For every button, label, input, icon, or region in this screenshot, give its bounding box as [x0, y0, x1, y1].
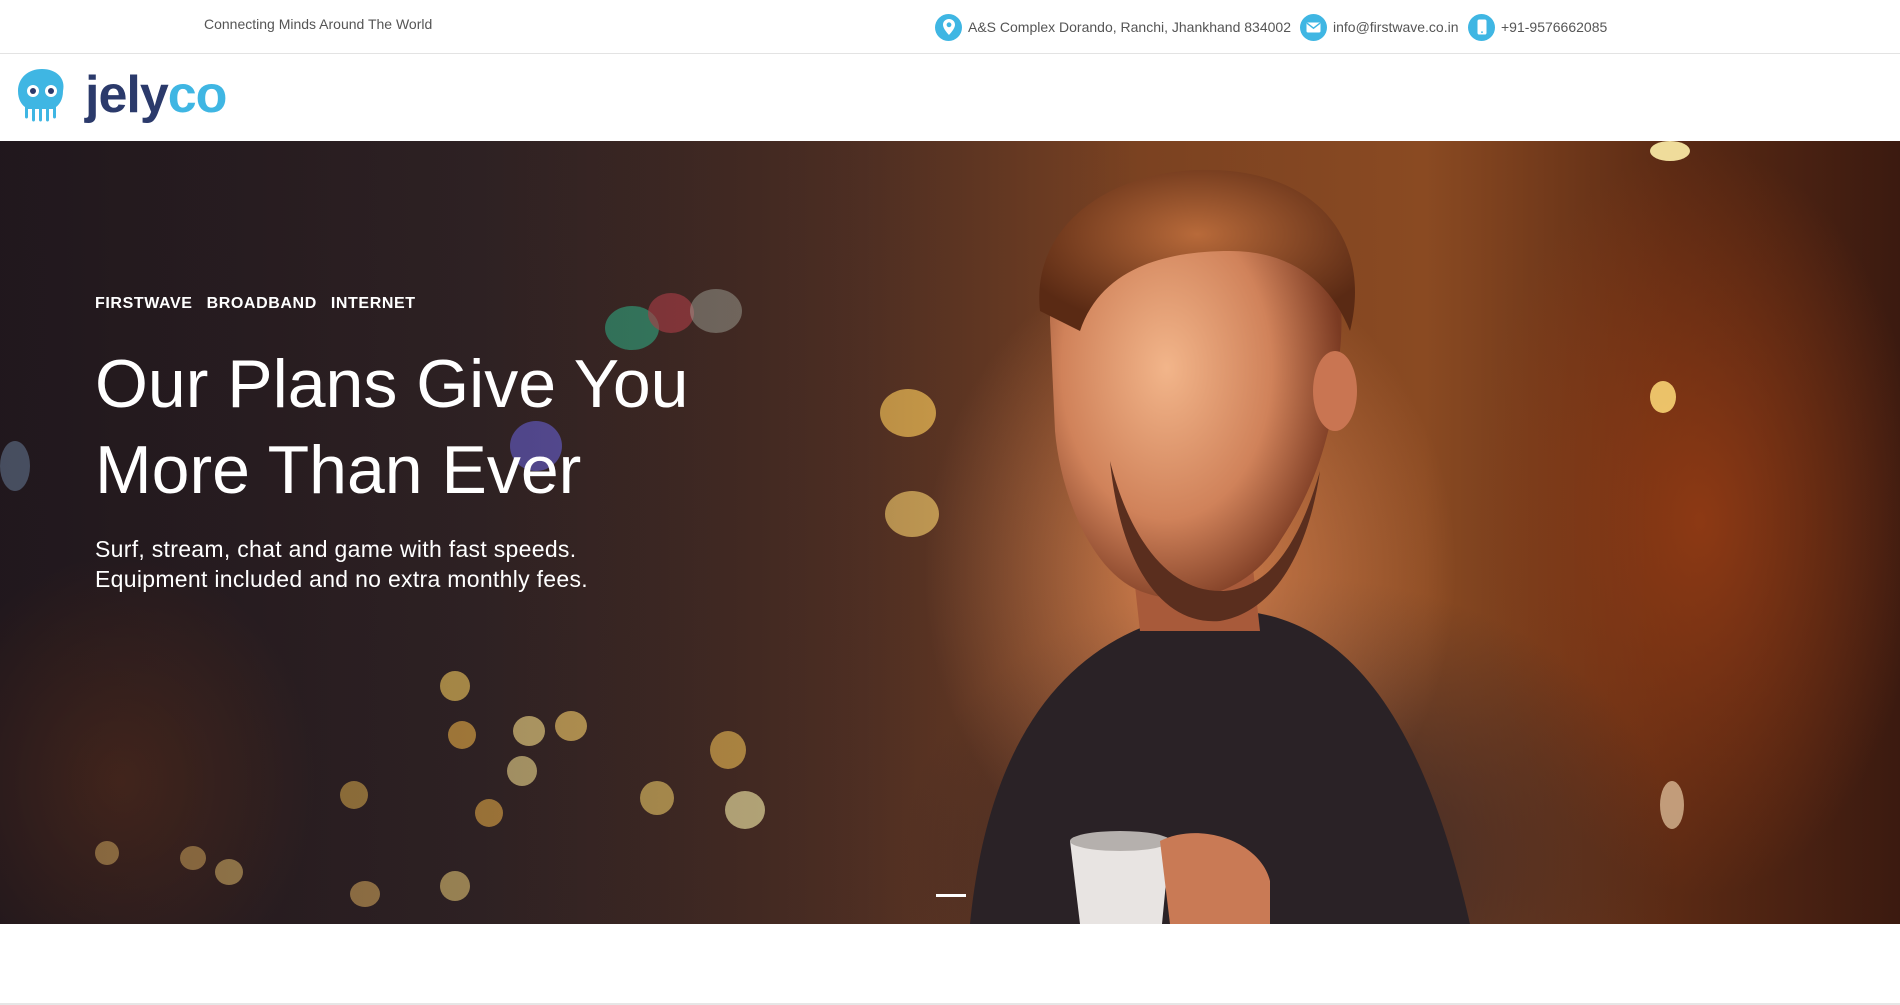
hero-slider: FIRSTWAVE BROADBAND INTERNET Our Plans G… — [0, 141, 1900, 924]
tagline: Connecting Minds Around The World — [204, 16, 433, 32]
mobile-phone-icon — [1468, 13, 1495, 41]
phone-link[interactable]: +91-9576662085 — [1501, 19, 1607, 35]
envelope-icon — [1300, 13, 1327, 41]
contact-email[interactable]: info@firstwave.co.in — [1300, 0, 1458, 54]
headline-line-2: More Than Ever — [95, 432, 582, 508]
kicker-word-1: FIRSTWAVE — [95, 295, 193, 312]
kicker-word-3: INTERNET — [330, 295, 416, 312]
site-logo[interactable]: jelyco — [15, 66, 228, 124]
subline-1: Surf, stream, chat and game with fast sp… — [95, 536, 577, 562]
top-info-bar: Connecting Minds Around The World A&S Co… — [0, 0, 1900, 54]
hero-kicker: FIRSTWAVE BROADBAND INTERNET — [95, 295, 416, 313]
headline-line-1: Our Plans Give You — [95, 346, 689, 422]
contact-address: A&S Complex Dorando, Ranchi, Jhankhand 8… — [935, 0, 1291, 54]
kicker-word-2: BROADBAND — [206, 295, 317, 312]
address-text: A&S Complex Dorando, Ranchi, Jhankhand 8… — [968, 19, 1291, 35]
location-pin-icon — [935, 13, 962, 41]
hero-person-illustration — [970, 169, 1470, 924]
logo-text-part2: co — [167, 66, 228, 124]
email-link[interactable]: info@firstwave.co.in — [1333, 19, 1458, 35]
jellyfish-logo-icon — [18, 69, 64, 122]
hero-headline: Our Plans Give You More Than Ever — [95, 341, 795, 513]
hero-subheadline: Surf, stream, chat and game with fast sp… — [95, 534, 795, 594]
slider-indicator-1[interactable] — [936, 894, 966, 897]
logo-text-part1: jely — [85, 66, 169, 124]
subline-2: Equipment included and no extra monthly … — [95, 566, 588, 592]
logo-wordmark: jelyco — [85, 66, 228, 124]
site-header: jelyco — [0, 55, 1900, 141]
contact-phone[interactable]: +91-9576662085 — [1468, 0, 1607, 54]
